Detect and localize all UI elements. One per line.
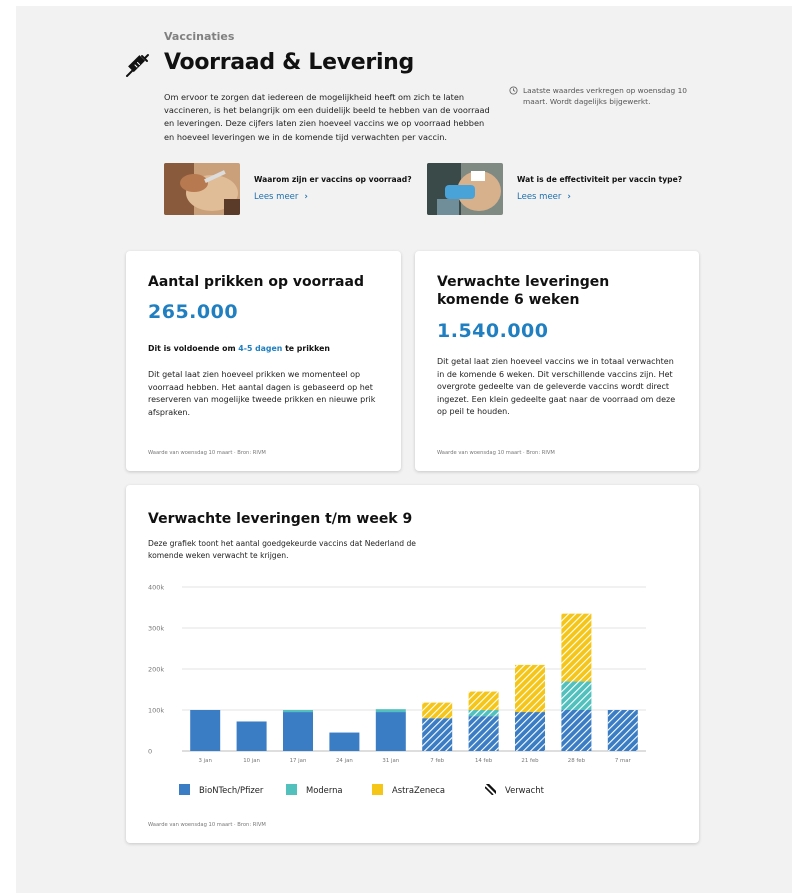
x-tick-label: 17 jan	[290, 758, 307, 764]
x-tick-label: 7 mar	[615, 758, 632, 764]
delivery-card-body: Dit getal laat zien hoeveel vaccins we i…	[437, 357, 676, 416]
y-tick-label: 400k	[148, 584, 164, 592]
page-title: Voorraad & Levering	[164, 50, 414, 75]
teaser-vaccine-effectiveness[interactable]: Wat is de effectiviteit per vaccin type?…	[427, 163, 687, 215]
bar-hatch	[607, 710, 638, 751]
bar-hatch	[422, 702, 453, 719]
legend-item-biontech: BioNTech/Pfizer	[179, 784, 263, 795]
syringe-icon	[126, 54, 149, 77]
bar-hatch	[515, 664, 545, 713]
legend-swatch	[179, 784, 190, 795]
teaser-vaccine-stock[interactable]: Waarom zijn er vaccins op voorraad? Lees…	[164, 163, 414, 215]
clock-icon	[509, 86, 518, 95]
hatch-pattern-icon	[485, 784, 496, 795]
bar-hatch	[561, 710, 592, 751]
bar-hatch	[468, 716, 499, 751]
delivery-chart: 0 100k 200k 300k 400k 3 jan 10 jan 17 jan 24 jan…	[148, 584, 646, 764]
intro-text: Om ervoor te zorgen dat iedereen de moge…	[164, 92, 490, 142]
bar-hatch	[561, 613, 592, 682]
y-tick-label: 200k	[148, 666, 164, 674]
read-more-link[interactable]: Lees meer ›	[517, 192, 571, 202]
bar-hatch	[561, 681, 592, 710]
bar-hatch	[422, 718, 453, 751]
bar-segment	[283, 712, 313, 751]
x-tick-label: 3 jan	[199, 758, 212, 764]
chart-card: Verwachte leveringen t/m week 9 Deze gra…	[126, 485, 699, 843]
chevron-right-icon: ›	[304, 192, 308, 202]
chart-card-source: Waarde van woensdag 10 maart · Bron: RIV…	[148, 822, 266, 828]
stock-card-title: Aantal prikken op voorraad	[148, 274, 364, 290]
teaser-title: Waarom zijn er vaccins op voorraad?	[254, 175, 412, 184]
delivery-card: Verwachte leveringen komende 6 weken 1.5…	[415, 251, 699, 471]
delivery-card-title: Verwachte leveringen komende 6 weken	[437, 274, 610, 308]
stock-card-body: Dit getal laat zien hoeveel prikken we m…	[148, 370, 376, 417]
y-tick-label: 300k	[148, 625, 164, 633]
last-updated-text: Laatste waardes verkregen op woensdag 10…	[523, 86, 687, 106]
section-label: Vaccinaties	[164, 30, 235, 43]
delivery-card-source: Waarde van woensdag 10 maart · Bron: RIV…	[437, 450, 555, 456]
bar-segment	[375, 709, 406, 713]
y-tick-label: 0	[148, 748, 152, 756]
legend-swatch	[372, 784, 383, 795]
bar-hatch	[468, 710, 499, 717]
bar-segment	[190, 710, 221, 751]
bar-hatch	[468, 691, 499, 710]
legend-item-moderna: Moderna	[286, 784, 343, 795]
x-tick-label: 7 feb	[430, 758, 444, 764]
legend-item-expected: Verwacht	[485, 784, 544, 795]
x-tick-label: 14 feb	[475, 758, 493, 764]
bar-segment	[329, 732, 360, 751]
bar-segment	[283, 710, 313, 713]
x-tick-label: 24 jan	[336, 758, 353, 764]
legend-item-astrazeneca: AstraZeneca	[372, 784, 445, 795]
bar-hatch	[515, 712, 545, 751]
read-more-link[interactable]: Lees meer ›	[254, 192, 308, 202]
x-tick-label: 28 feb	[568, 758, 586, 764]
chart-title: Verwachte leveringen t/m week 9	[148, 511, 413, 527]
y-tick-label: 100k	[148, 707, 164, 715]
last-updated: Laatste waardes verkregen op woensdag 10…	[509, 85, 699, 107]
legend-swatch	[286, 784, 297, 795]
chart-description: Deze grafiek toont het aantal goedgekeur…	[148, 539, 416, 561]
bar-segment	[375, 712, 406, 751]
chevron-right-icon: ›	[567, 192, 571, 202]
teaser-image-injection	[427, 163, 503, 215]
x-tick-label: 21 feb	[521, 758, 539, 764]
delivery-value: 1.540.000	[437, 320, 549, 342]
stock-card: Aantal prikken op voorraad 265.000 Dit i…	[126, 251, 401, 471]
teaser-title: Wat is de effectiviteit per vaccin type?	[517, 175, 683, 184]
stock-card-source: Waarde van woensdag 10 maart · Bron: RIV…	[148, 450, 266, 456]
teaser-image-vaccination	[164, 163, 240, 215]
stock-days-text: Dit is voldoende om 4-5 dagen te prikken	[148, 344, 330, 353]
stock-days-highlight: 4-5 dagen	[238, 344, 283, 353]
bar-segment	[236, 721, 267, 751]
stock-value: 265.000	[148, 301, 239, 323]
x-tick-label: 10 jan	[243, 758, 260, 764]
x-tick-label: 31 jan	[382, 758, 399, 764]
